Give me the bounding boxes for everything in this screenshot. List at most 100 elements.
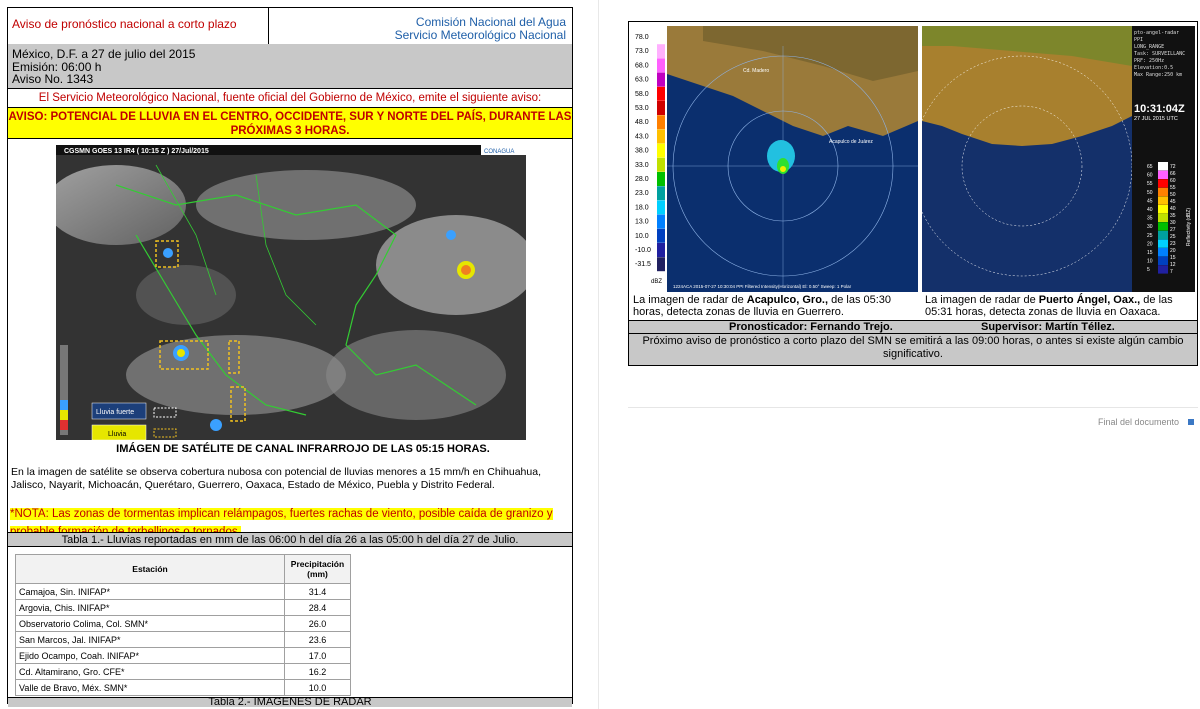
scale-swatch [1158,222,1168,231]
end-of-document-label: Final del documento [1098,417,1180,427]
legend-rain: Lluvia [108,431,126,438]
scale-label: 7 [1170,269,1173,275]
notice-number: Aviso No. 1343 [12,72,94,86]
scale-label: 35 [1170,213,1176,219]
radar-image-puerto-angel: pto-angel-radar PPI LONG_RANGE Task: SURVEI… [922,26,1195,292]
radar-info-line: Elevation:0.5 [1134,65,1173,71]
scale-label: 53.0 [635,105,649,112]
scale-swatch [1158,205,1168,214]
scale-label: 72 [1170,164,1176,170]
notice-frame: Aviso de pronóstico nacional a corto pla… [7,7,574,707]
scale-swatch [657,101,665,115]
satellite-image: CGSMN GOES 13 IR4 ( 10:15 Z ) 27/Jul/201… [56,145,526,440]
scale-label: 10.0 [635,233,649,240]
scale-label: 27 [1170,227,1176,233]
scale-swatch [657,186,665,201]
radar-image-acapulco: 78.0 73.0 68.0 63.0 58.0 53.0 48.0 43.0 38.0 33.0… [633,26,918,292]
scale-label: 78.0 [635,34,649,41]
scale-label: 43.0 [635,133,649,140]
table-row: Ejido Ocampo, Coah. INIFAP* 17.0 [15,647,351,664]
satellite-description: En la imagen de satélite se observa cobe… [11,466,541,491]
scale-swatch [657,243,665,257]
intro-text: El Servicio Meteorológico Nacional, fuen… [38,92,542,104]
scale-swatch [657,30,665,44]
scale-label: -10.0 [635,247,651,254]
scale-label: 23 [1170,241,1176,247]
satellite-map: CGSMN GOES 13 IR4 ( 10:15 Z ) 27/Jul/201… [56,145,526,440]
scale-label: 13.0 [635,219,649,226]
notice-title: Aviso de pronóstico nacional a corto pla… [12,17,237,31]
scale-swatch [1158,213,1168,222]
table-row: Observatorio Colima, Col. SMN* 26.0 [15,615,351,632]
scale-label: 20 [1170,248,1176,254]
storm-note: *NOTA: Las zonas de tormentas implican r… [8,504,574,538]
page-divider [598,0,599,709]
page-separator [628,407,1198,408]
next-notice: Próximo aviso de pronóstico a corto plaz… [629,333,1197,365]
scale-swatch [657,72,665,87]
scale-label: 38.0 [635,148,649,155]
table-row: Camajoa, Sin. INIFAP* 31.4 [15,583,351,600]
scale-label: 15 [1147,250,1153,256]
scale-label: 25 [1170,234,1176,240]
scale-swatch [657,200,665,215]
radar2-caption: La imagen de radar de Puerto Ángel, Oax.… [925,294,1173,318]
scale-swatch [1158,230,1168,240]
scale-label: 60 [1147,173,1153,179]
radar-info-line: PPI [1134,37,1143,43]
radar1-caption: La imagen de radar de Acapulco, Gro., de… [633,294,892,318]
scale-swatch [1158,162,1168,171]
table1-caption: Tabla 1.- Lluvias reportadas en mm de la… [8,532,572,547]
scale-label: -31.5 [635,261,651,268]
scale-label: 12 [1170,262,1176,268]
scale-swatch [657,143,665,158]
end-marker-icon [1188,419,1194,425]
scale-swatch [1158,179,1168,188]
place-date: México, D.F. a 27 de julio del 2015 [12,47,196,61]
scale-label: 35 [1147,216,1153,222]
scale-label: 48.0 [635,119,649,126]
radar-info-line: LONG_RANGE [1134,44,1164,50]
city-label-1: Cd. Madero [743,68,769,74]
scale-swatch [1158,248,1168,257]
scale-label: 63.0 [635,77,649,84]
scale-label: 55 [1170,185,1176,191]
scale-swatch [1158,239,1168,248]
scale-label: 10 [1147,259,1153,265]
document-page-right: 78.0 73.0 68.0 63.0 58.0 53.0 48.0 43.0 38.0 33.0… [628,21,1198,366]
scale-label: 73.0 [635,48,649,55]
city-label-2: Acapulco de Juárez [829,139,873,145]
radar-info-line: PRF: 250Hz [1134,58,1164,64]
notice-header: Aviso de pronóstico nacional a corto pla… [8,8,572,45]
column-precipitation: Precipitación (mm) [284,554,351,584]
table-row: San Marcos, Jal. INIFAP* 23.6 [15,631,351,648]
radar-info-line: Max Range:250 km [1134,72,1182,78]
scale-label: 50 [1147,190,1153,196]
table-row: Valle de Bravo, Méx. SMN* 10.0 [15,679,351,696]
scale-swatch [1158,265,1168,274]
legend-heavy-rain: Lluvia fuerte [96,409,134,416]
column-station: Estación [15,554,285,584]
organization-name: Comisión Nacional del Agua Servicio Mete… [394,15,566,42]
scale-swatch [657,44,665,59]
radar2-date: 27 JUL 2015 UTC [1134,116,1178,122]
radar2-scale-label: Reflectivity (dBZ) [1186,208,1192,246]
scale-label: 40 [1170,206,1176,212]
radar-info-line: Task: SURVEILLANC [1134,51,1185,57]
scale-label: 58.0 [635,91,649,98]
document-page-left: Aviso de pronóstico nacional a corto pla… [0,0,580,709]
radar-info-line: pto-angel-radar [1134,30,1179,36]
scale-label: 5 [1147,267,1150,273]
table-row: Argovia, Chis. INIFAP* 28.4 [15,599,351,616]
scale-swatch [657,257,665,272]
scale-label: 55 [1147,181,1153,187]
scale-swatch [1158,196,1168,205]
scale-label: 65 [1147,164,1153,170]
staff-row: Pronosticador: Fernando Trejo. Superviso… [629,320,1197,334]
scale-label: 50 [1170,192,1176,198]
scale-swatch [657,214,665,229]
table-row: Cd. Altamirano, Gro. CFE* 16.2 [15,663,351,680]
scale-label: 30 [1170,220,1176,226]
alert-banner: AVISO: POTENCIAL DE LLUVIA EN EL CENTRO,… [8,107,572,139]
scale-label: 45 [1170,199,1176,205]
